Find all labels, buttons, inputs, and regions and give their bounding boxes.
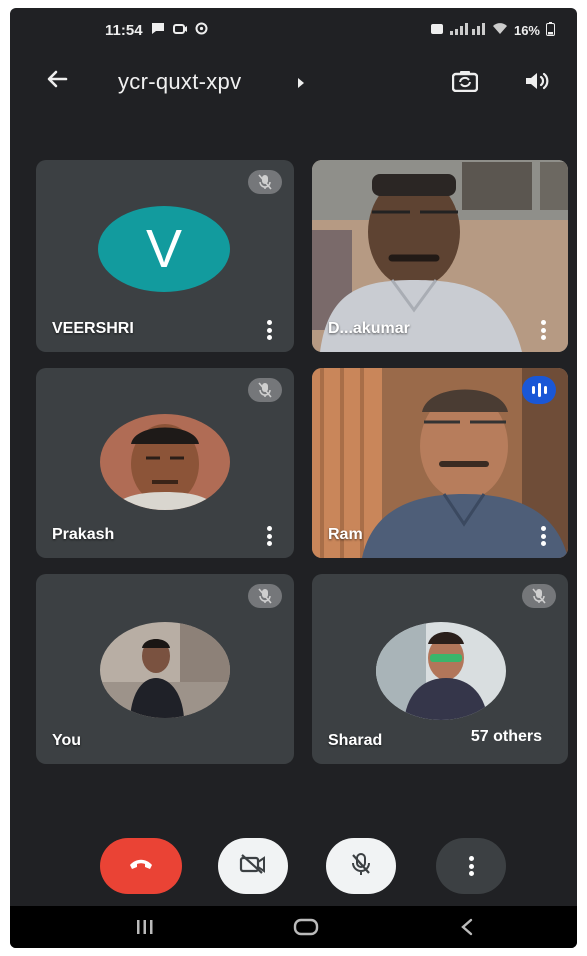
meeting-code[interactable]: ycr-quxt-xpv bbox=[118, 69, 241, 95]
chevron-right-icon[interactable] bbox=[298, 78, 304, 88]
participant-name: Prakash bbox=[52, 526, 115, 543]
participant-tile-self[interactable]: You bbox=[36, 574, 294, 764]
mic-off-icon bbox=[248, 584, 282, 608]
participant-tile[interactable]: D...akumar bbox=[312, 160, 568, 352]
more-vertical-icon bbox=[468, 856, 474, 876]
status-bar: 11:54 16% bbox=[10, 8, 577, 52]
avatar: V bbox=[98, 206, 230, 292]
mic-off-icon bbox=[248, 378, 282, 402]
more-vertical-icon[interactable] bbox=[266, 320, 272, 340]
signal-icon bbox=[449, 22, 486, 38]
home-icon[interactable] bbox=[292, 916, 320, 938]
status-time: 11:54 bbox=[105, 21, 143, 39]
arrow-left-icon[interactable] bbox=[44, 66, 70, 97]
more-vertical-icon[interactable] bbox=[540, 526, 546, 546]
participant-name: Ram bbox=[328, 526, 363, 543]
camera-off-icon bbox=[239, 853, 267, 880]
participant-tile[interactable]: Sharad 57 others bbox=[312, 574, 568, 764]
message-icon bbox=[151, 22, 165, 39]
mic-off-icon bbox=[522, 584, 556, 608]
others-count-badge[interactable]: 57 others bbox=[456, 720, 556, 754]
more-options-button[interactable] bbox=[436, 838, 506, 894]
system-navigation-bar bbox=[10, 906, 577, 948]
vpn-icon bbox=[195, 22, 208, 39]
battery-icon bbox=[546, 21, 555, 39]
participant-tile[interactable]: Prakash bbox=[36, 368, 294, 558]
speaker-icon[interactable] bbox=[522, 66, 552, 96]
more-vertical-icon[interactable] bbox=[540, 320, 546, 340]
recent-apps-icon[interactable] bbox=[134, 916, 156, 938]
battery-percent: 16% bbox=[513, 22, 540, 38]
mic-toggle-button[interactable] bbox=[326, 838, 396, 894]
meeting-top-bar: ycr-quxt-xpv bbox=[10, 58, 577, 104]
avatar bbox=[100, 622, 230, 718]
participant-tile[interactable]: V VEERSHRI bbox=[36, 160, 294, 352]
camera-toggle-button[interactable] bbox=[218, 838, 288, 894]
participant-name: You bbox=[52, 732, 82, 749]
participant-name: D...akumar bbox=[328, 320, 410, 337]
meet-screen: 11:54 16% ycr-quxt-xpv V VEERSHRI D...ak… bbox=[10, 8, 577, 948]
participant-name: VEERSHRI bbox=[52, 320, 134, 337]
avatar bbox=[100, 414, 230, 510]
avatar bbox=[376, 622, 506, 720]
switch-camera-icon[interactable] bbox=[450, 66, 480, 96]
more-vertical-icon[interactable] bbox=[266, 526, 272, 546]
back-nav-icon[interactable] bbox=[456, 916, 478, 938]
alarm-icon bbox=[430, 23, 444, 38]
phone-hangup-icon bbox=[128, 857, 154, 876]
wifi-icon bbox=[492, 22, 508, 38]
participant-tile[interactable]: Ram bbox=[312, 368, 568, 558]
participant-name: Sharad bbox=[328, 732, 383, 749]
avatar-letter: V bbox=[145, 219, 183, 279]
end-call-button[interactable] bbox=[100, 838, 182, 894]
mic-off-icon bbox=[350, 852, 372, 881]
speaking-indicator-icon bbox=[522, 376, 556, 404]
mic-off-icon bbox=[248, 170, 282, 194]
notification-icon bbox=[172, 22, 187, 39]
